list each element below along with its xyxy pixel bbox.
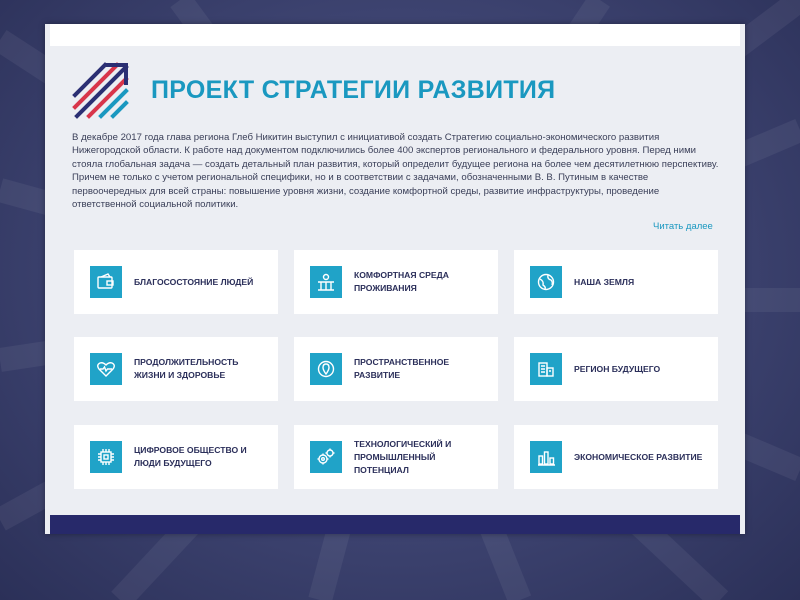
wallet-icon <box>90 266 122 298</box>
card-label: Наша земля <box>574 276 635 287</box>
strategy-logo <box>72 62 129 119</box>
card-spatial-development[interactable]: Пространственное развитие <box>294 337 498 401</box>
bar-chart-icon <box>530 441 562 473</box>
card-label: Пространственное развитие <box>354 357 450 380</box>
card-label: Технологический и промышленный потенциал <box>354 438 452 475</box>
card-life-expectancy[interactable]: Продолжительность жизни и здоровье <box>74 337 278 401</box>
card-label: Экономическое развитие <box>574 451 703 462</box>
footer-bar <box>50 515 740 534</box>
city-icon <box>310 266 342 298</box>
card-economic-development[interactable]: Экономическое развитие <box>514 425 718 489</box>
card-our-land[interactable]: Наша земля <box>514 250 718 314</box>
read-more-link[interactable]: Читать далее <box>653 221 713 232</box>
intro-text: В декабре 2017 года глава региона Глеб Н… <box>72 132 719 211</box>
chip-icon <box>90 441 122 473</box>
card-region-of-future[interactable]: Регион будущего <box>514 337 718 401</box>
card-label: Продолжительность жизни и здоровье <box>134 357 239 380</box>
page-title: ПРОЕКТ СТРАТЕГИИ РАЗВИТИЯ <box>151 76 556 104</box>
gears-icon <box>310 441 342 473</box>
card-label: Комфортная среда проживания <box>354 270 449 293</box>
card-label: Цифровое общество и люди будущего <box>134 445 247 468</box>
card-label: Регион будущего <box>574 363 661 374</box>
top-bar <box>50 24 740 46</box>
card-label: Благосостояние людей <box>134 276 254 287</box>
website-screenshot: ПРОЕКТ СТРАТЕГИИ РАЗВИТИЯ В декабре 2017… <box>45 24 745 534</box>
building-icon <box>530 353 562 385</box>
globe-icon <box>530 266 562 298</box>
location-icon <box>310 353 342 385</box>
heart-pulse-icon <box>90 353 122 385</box>
card-wellbeing[interactable]: Благосостояние людей <box>74 250 278 314</box>
card-comfortable-environment[interactable]: Комфортная среда проживания <box>294 250 498 314</box>
card-technological-potential[interactable]: Технологический и промышленный потенциал <box>294 425 498 489</box>
card-digital-society[interactable]: Цифровое общество и люди будущего <box>74 425 278 489</box>
